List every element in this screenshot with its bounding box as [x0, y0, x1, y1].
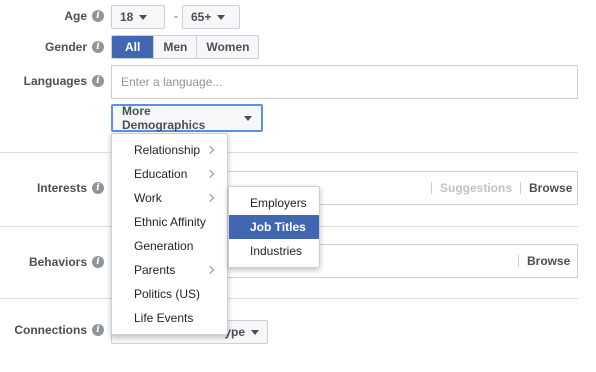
menu-item-label: Politics (US) — [134, 287, 201, 301]
caret-down-icon — [251, 329, 259, 335]
language-input[interactable]: Enter a language... — [111, 65, 578, 99]
age-range-separator: - — [174, 9, 178, 23]
menu-item-politics[interactable]: Politics (US) — [112, 282, 227, 306]
gender-label-row: Gender i — [45, 40, 104, 54]
info-icon[interactable]: i — [92, 182, 104, 194]
menu-item-label: Relationship — [134, 143, 201, 157]
menu-item-label: Life Events — [134, 311, 194, 325]
behaviors-label: Behaviors — [28, 255, 87, 269]
behaviors-browse-link[interactable]: Browse — [527, 254, 570, 268]
gender-all-button[interactable]: All — [112, 36, 155, 58]
age-max-select[interactable]: 65+ — [182, 5, 240, 29]
interests-browse-link[interactable]: Browse — [529, 181, 572, 195]
language-input-placeholder: Enter a language... — [121, 75, 223, 89]
connections-label-row: Connections i — [14, 323, 104, 337]
interests-actions: Suggestions Browse — [431, 181, 572, 195]
submenu-item-label: Employers — [250, 196, 307, 210]
chevron-right-icon — [205, 169, 215, 179]
info-icon[interactable]: i — [92, 41, 104, 53]
menu-item-work[interactable]: Work — [112, 186, 227, 210]
behaviors-actions: Browse — [518, 254, 570, 268]
menu-item-parents[interactable]: Parents — [112, 258, 227, 282]
languages-label: Languages — [23, 74, 87, 88]
caret-down-icon — [244, 115, 252, 121]
section-divider — [0, 152, 578, 153]
more-demographics-button[interactable]: More Demographics — [111, 104, 263, 132]
chevron-right-icon — [205, 193, 215, 203]
separator — [520, 182, 522, 194]
suggestions-link[interactable]: Suggestions — [440, 181, 512, 195]
gender-label: Gender — [44, 40, 87, 54]
interests-label: Interests — [36, 181, 87, 195]
more-demographics-label: More Demographics — [122, 104, 206, 132]
submenu-item-label: Industries — [250, 244, 303, 258]
age-min-value: 18 — [120, 10, 134, 24]
submenu-item-label: Job Titles — [250, 220, 306, 234]
menu-item-label: Parents — [134, 263, 176, 277]
chevron-right-icon — [205, 265, 215, 275]
separator — [431, 182, 432, 194]
info-icon[interactable]: i — [92, 10, 104, 22]
menu-item-generation[interactable]: Generation — [112, 234, 227, 258]
chevron-right-icon — [205, 145, 215, 155]
languages-label-row: Languages i — [24, 74, 104, 88]
menu-item-education[interactable]: Education — [112, 162, 227, 186]
gender-men-button[interactable]: Men — [154, 36, 198, 58]
connections-label: Connections — [14, 323, 87, 337]
info-icon[interactable]: i — [92, 324, 104, 336]
info-icon[interactable]: i — [92, 256, 104, 268]
age-label: Age — [64, 9, 87, 23]
submenu-item-job-titles[interactable]: Job Titles — [229, 215, 319, 239]
menu-item-label: Education — [134, 167, 188, 181]
age-max-value: 65+ — [191, 10, 212, 24]
work-submenu: Employers Job Titles Industries — [228, 186, 320, 268]
submenu-item-employers[interactable]: Employers — [229, 191, 319, 215]
info-icon[interactable]: i — [92, 75, 104, 87]
caret-down-icon — [217, 14, 226, 20]
age-min-select[interactable]: 18 — [111, 5, 165, 29]
menu-item-label: Work — [134, 191, 162, 205]
section-divider — [0, 298, 578, 299]
submenu-item-industries[interactable]: Industries — [229, 239, 319, 263]
age-label-row: Age i — [64, 9, 104, 23]
caret-down-icon — [139, 14, 148, 20]
menu-item-ethnic-affinity[interactable]: Ethnic Affinity — [112, 210, 227, 234]
menu-item-label: Generation — [134, 239, 194, 253]
demographics-menu: Relationship Education Work Ethnic Affin… — [111, 133, 228, 335]
behaviors-label-row: Behaviors i — [29, 255, 104, 269]
gender-toggle: All Men Women — [111, 35, 260, 59]
menu-item-life-events[interactable]: Life Events — [112, 306, 227, 330]
gender-women-button[interactable]: Women — [197, 36, 259, 58]
interests-label-row: Interests i — [37, 181, 104, 195]
separator — [518, 255, 519, 267]
menu-item-relationship[interactable]: Relationship — [112, 138, 227, 162]
menu-item-label: Ethnic Affinity — [134, 215, 206, 229]
